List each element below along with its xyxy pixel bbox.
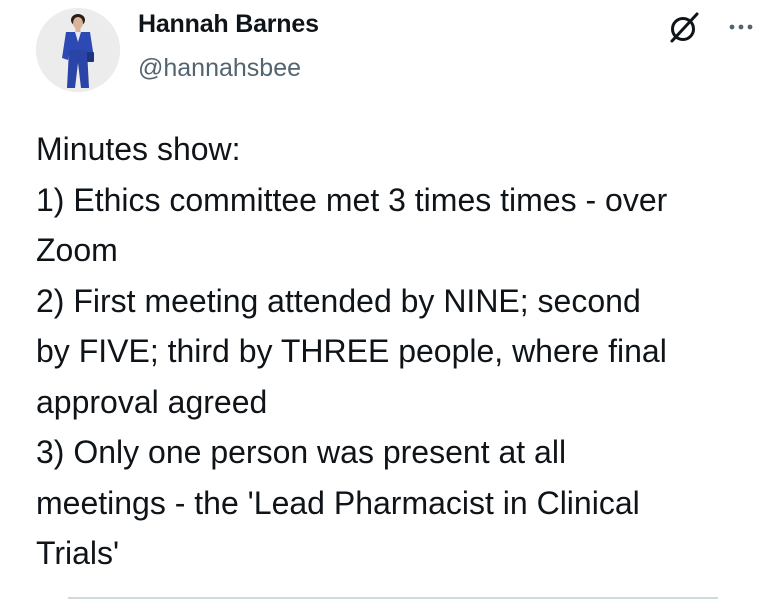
tweet-text-line: meetings - the 'Lead Pharmacist in Clini…: [36, 484, 640, 521]
tweet-text-line: Trials': [36, 535, 120, 571]
more-options-icon[interactable]: [726, 12, 756, 42]
tweet-text-line: 1) Ethics committee met 3 times times - …: [36, 181, 668, 218]
tweet-text-line: approval agreed: [36, 383, 268, 420]
avatar[interactable]: [36, 8, 120, 92]
grok-icon[interactable]: [664, 8, 704, 48]
profile-photo-icon: [36, 8, 120, 92]
author-name[interactable]: Hannah Barnes: [138, 10, 319, 39]
tweet-text-line: by FIVE; third by THREE people, where fi…: [36, 333, 667, 369]
tweet-text-line: Zoom: [36, 232, 118, 268]
tweet-text-line: Minutes show:: [36, 131, 241, 167]
tweet-card: Hannah Barnes @hannahsbee Minutes show: …: [0, 0, 783, 600]
divider: [68, 597, 718, 599]
tweet-text: Minutes show: 1) Ethics committee met 3 …: [36, 124, 766, 579]
tweet-text-line: 3) Only one person was present at all: [36, 434, 567, 470]
author-handle[interactable]: @hannahsbee: [138, 54, 301, 83]
tweet-text-line: 2) First meeting attended by NINE; secon…: [36, 282, 641, 319]
